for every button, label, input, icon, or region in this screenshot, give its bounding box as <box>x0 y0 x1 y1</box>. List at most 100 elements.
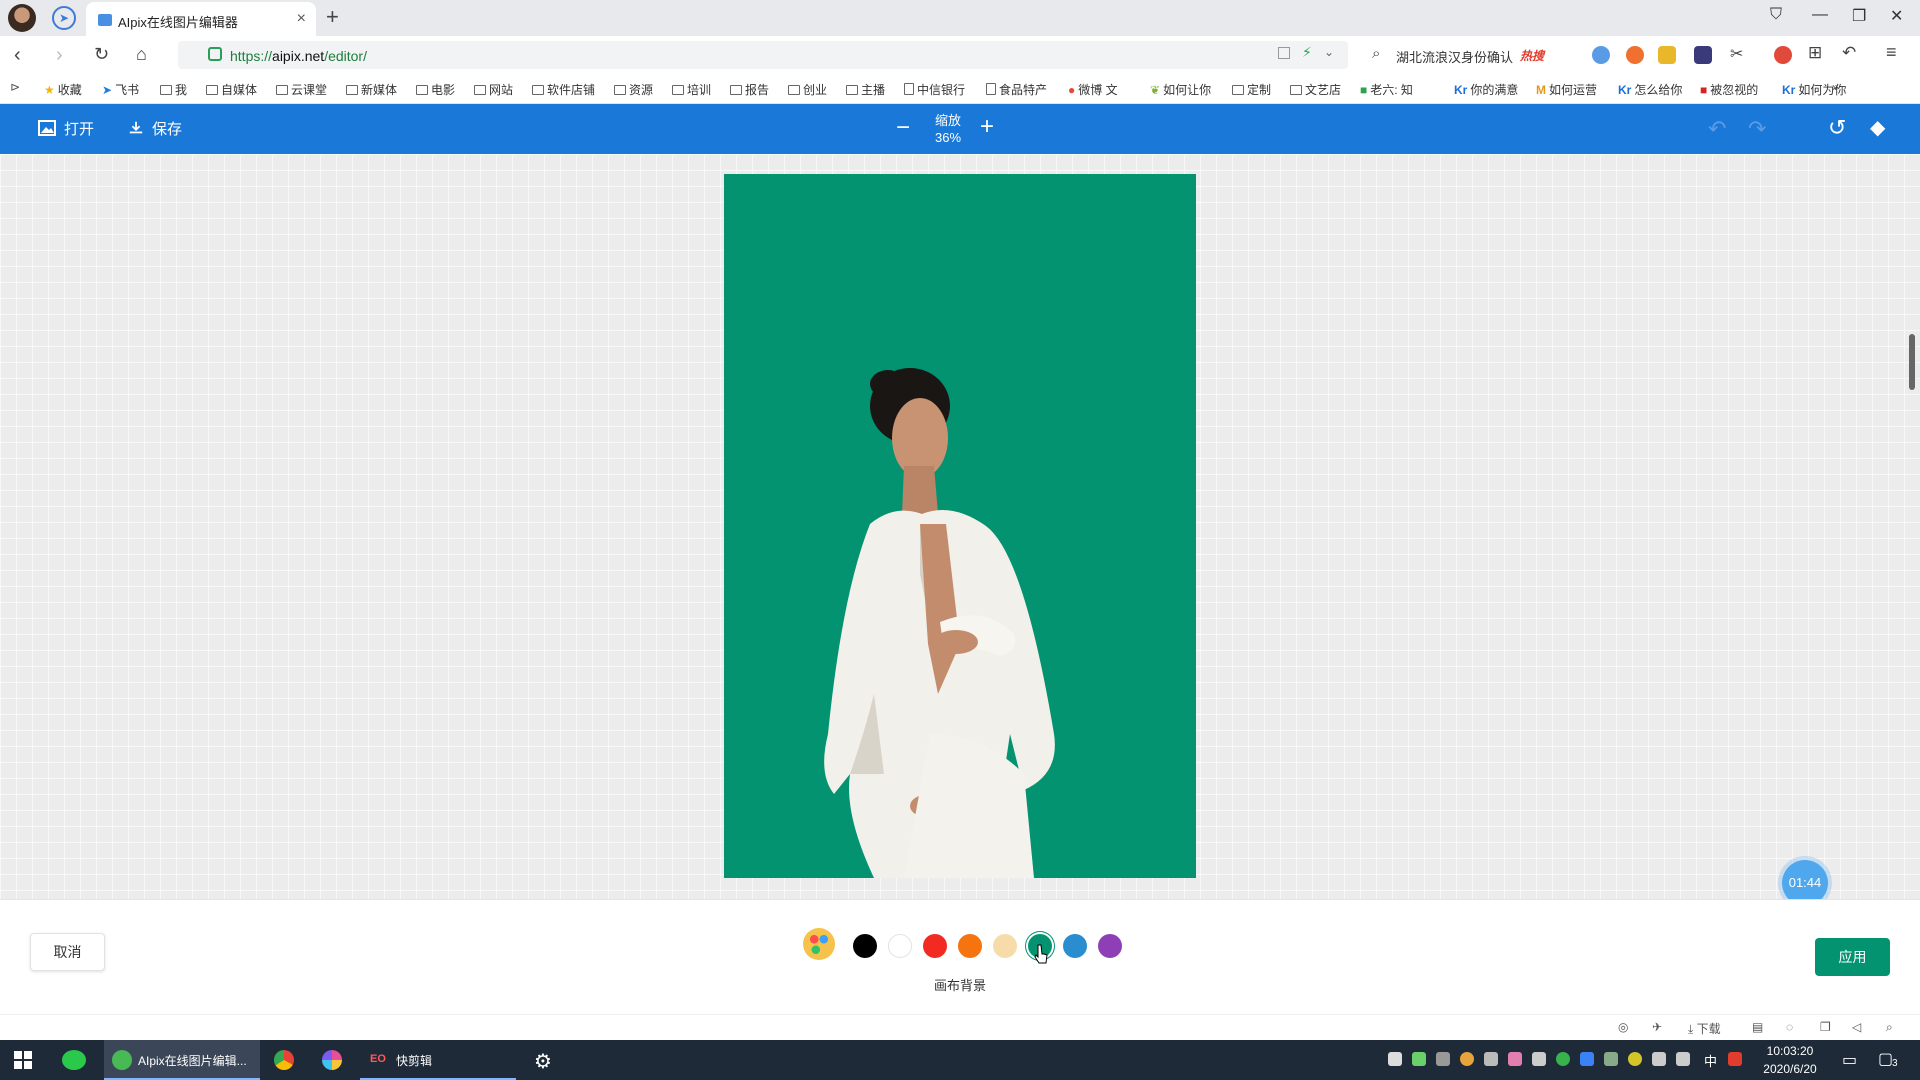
color-swatch[interactable] <box>993 934 1017 958</box>
status-print-icon[interactable]: ▤ <box>1752 1020 1763 1034</box>
status-volume-icon[interactable]: ◁ <box>1852 1020 1861 1034</box>
status-window-icon[interactable]: ❐ <box>1820 1020 1831 1034</box>
color-palette-icon[interactable] <box>803 928 835 960</box>
status-speed-icon[interactable]: ◎ <box>1618 1020 1628 1034</box>
qr-code-icon[interactable] <box>1278 47 1290 59</box>
bookmark-item[interactable]: 我 <box>160 81 187 98</box>
bookmark-item[interactable]: ❦ 如何让你 <box>1150 81 1211 98</box>
tray-volume-icon[interactable] <box>1676 1052 1690 1066</box>
forward-arrow-icon[interactable]: › <box>56 44 63 67</box>
tray-thermometer-icon[interactable] <box>1484 1052 1498 1066</box>
sidebar-toggle-icon[interactable]: ⊳ <box>10 80 20 94</box>
browser-navigation-icon[interactable]: ➤ <box>52 6 76 30</box>
input-method-indicator[interactable]: 中 <box>1704 1051 1717 1070</box>
bookmark-item[interactable]: Kr 怎么给你 <box>1618 81 1682 98</box>
color-swatch[interactable] <box>1063 934 1087 958</box>
tray-microphone-icon[interactable] <box>1532 1052 1546 1066</box>
bookmark-item[interactable]: ➤ 飞书 <box>102 81 139 98</box>
taskbar-kuaijian-window[interactable]: EO 快剪辑 <box>360 1040 516 1080</box>
reload-icon[interactable]: ↻ <box>94 44 109 65</box>
apply-button[interactable]: 应用 <box>1815 938 1890 976</box>
zoom-in-button[interactable]: + <box>980 113 994 141</box>
bookmark-item[interactable]: 创业 <box>788 81 827 98</box>
window-pin-icon[interactable]: ⛉ <box>1770 6 1782 24</box>
artboard[interactable] <box>724 174 1196 878</box>
scissors-icon[interactable]: ✂ <box>1730 44 1743 64</box>
color-swatch[interactable] <box>1098 934 1122 958</box>
bookmark-item[interactable]: 培训 <box>672 81 711 98</box>
extension-yellow-icon[interactable] <box>1658 46 1676 64</box>
color-swatch[interactable] <box>853 934 877 958</box>
bookmark-item[interactable]: ■ 老六: 知 <box>1360 81 1413 98</box>
bookmark-item[interactable]: 自媒体 <box>206 81 257 98</box>
download-status[interactable]: ⤓ 下载 <box>1688 1020 1721 1037</box>
tab-aipix-editor[interactable]: AIpix在线图片编辑器 × <box>86 2 316 36</box>
chrome-icon[interactable] <box>274 1050 294 1070</box>
open-button[interactable]: 打开 <box>38 118 94 139</box>
desktop-note-icon[interactable]: ▭ <box>1842 1050 1857 1070</box>
windows-start-icon[interactable] <box>14 1051 32 1069</box>
notification-center-icon[interactable]: ▢ <box>1878 1049 1893 1069</box>
bookmark-item[interactable]: 主播 <box>846 81 885 98</box>
bookmark-item[interactable]: 中信银行 <box>904 81 965 98</box>
cancel-button[interactable]: 取消 <box>30 933 105 971</box>
lightning-icon[interactable]: ⚡ <box>1302 44 1312 61</box>
tab-close-icon[interactable]: × <box>297 10 306 28</box>
extension-chart-icon[interactable] <box>1694 46 1712 64</box>
window-restore-icon[interactable]: ❐ <box>1852 6 1866 26</box>
back-arrow-icon[interactable]: ‹ <box>14 44 21 67</box>
tray-ok-icon[interactable] <box>1436 1052 1450 1066</box>
taskbar-aipix-window[interactable]: AIpix在线图片编辑... <box>104 1040 260 1080</box>
clock-date[interactable]: 2020/6/20 <box>1760 1062 1820 1076</box>
status-rocket-icon[interactable]: ✈ <box>1652 1020 1662 1034</box>
history-icon[interactable]: ↺ <box>1828 115 1846 141</box>
window-minimize-icon[interactable]: — <box>1812 6 1828 24</box>
home-icon[interactable]: ⌂ <box>136 44 147 65</box>
tray-flower-icon[interactable] <box>1508 1052 1522 1066</box>
bookmark-item[interactable]: 新媒体 <box>346 81 397 98</box>
settings-gear-icon[interactable]: ⚙ <box>534 1049 552 1074</box>
tray-search-icon[interactable] <box>1460 1052 1474 1066</box>
wechat-icon[interactable] <box>62 1050 86 1070</box>
chevron-down-icon[interactable]: ⌄ <box>1324 45 1334 59</box>
browser-search-input[interactable]: ⌕ 湖北流浪汉身份确认 热搜 <box>1366 41 1576 69</box>
bookmark-item[interactable]: 网站 <box>474 81 513 98</box>
tray-wifi-icon[interactable] <box>1652 1052 1666 1066</box>
undo-browser-icon[interactable]: ↶ <box>1842 43 1856 63</box>
status-zoom-icon[interactable]: ⌕ <box>1886 1020 1893 1035</box>
bookmark-item[interactable]: 定制 <box>1232 81 1271 98</box>
color-swatch[interactable] <box>888 934 912 958</box>
tray-display-icon[interactable] <box>1604 1052 1618 1066</box>
bookmark-item[interactable]: Kr 你的满意 <box>1454 81 1518 98</box>
clock-time[interactable]: 10:03:20 <box>1760 1044 1820 1058</box>
bookmark-item[interactable]: 资源 <box>614 81 653 98</box>
bookmark-item[interactable]: 报告 <box>730 81 769 98</box>
save-button[interactable]: 保存 <box>128 118 182 139</box>
window-close-icon[interactable]: ✕ <box>1890 6 1903 26</box>
tray-yellow-icon[interactable] <box>1628 1052 1642 1066</box>
tray-app-icon[interactable] <box>1412 1052 1426 1066</box>
color-wheel-app-icon[interactable] <box>322 1050 342 1070</box>
extension-compass-icon[interactable] <box>1592 46 1610 64</box>
tray-note-icon[interactable] <box>1388 1052 1402 1066</box>
new-tab-icon[interactable]: + <box>326 4 339 30</box>
bookmark-item[interactable]: 软件店铺 <box>532 81 595 98</box>
extension-orange-icon[interactable] <box>1626 46 1644 64</box>
undo-icon[interactable]: ↶ <box>1708 116 1726 142</box>
bookmark-item[interactable]: ★ 收藏 <box>44 81 82 98</box>
bookmark-item[interactable]: 云课堂 <box>276 81 327 98</box>
portrait-photo[interactable] <box>724 174 1196 878</box>
bookmark-item[interactable]: M 如何运营 <box>1536 81 1597 98</box>
bookmark-item[interactable]: ● 微博 文 <box>1068 81 1118 98</box>
bookmark-item[interactable]: 食品特产 <box>986 81 1047 98</box>
browser-menu-icon[interactable]: ≡ <box>1886 42 1897 63</box>
tray-green-icon[interactable] <box>1556 1052 1570 1066</box>
more-bookmarks-icon[interactable]: » <box>1832 80 1839 94</box>
tray-bluetooth-icon[interactable] <box>1580 1052 1594 1066</box>
user-avatar[interactable] <box>8 4 36 32</box>
layers-icon[interactable]: ◆ <box>1870 115 1885 140</box>
status-translate-icon[interactable]: ◌ <box>1786 1020 1793 1034</box>
bookmark-item[interactable]: ■ 被忽视的 <box>1700 81 1758 98</box>
redo-icon[interactable]: ↷ <box>1748 116 1766 142</box>
color-swatch[interactable] <box>958 934 982 958</box>
